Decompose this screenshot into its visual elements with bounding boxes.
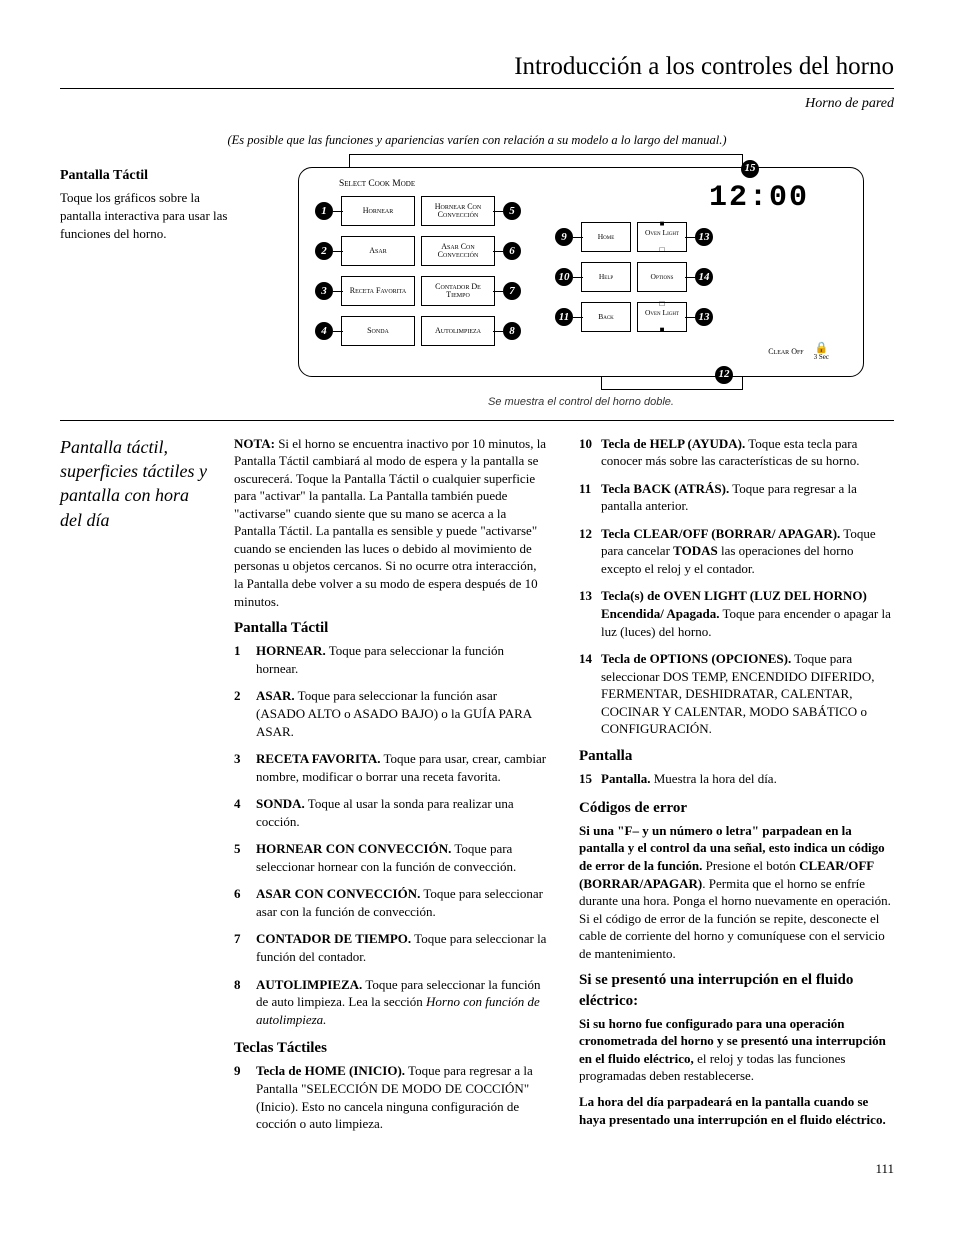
key-clear-off: Clear Off	[768, 348, 803, 357]
callout-2: 2	[315, 242, 333, 260]
callout-14: 14	[695, 268, 713, 286]
tt-item: 13Tecla(s) de OVEN LIGHT (LUZ DEL HORNO)…	[579, 587, 894, 640]
control-panel-diagram: 15 Select Cook Mode 1 Hornear Hornear Co…	[268, 167, 894, 410]
power-body-1: Si su horno fue configurado para una ope…	[579, 1015, 894, 1085]
key-back: Back	[581, 302, 631, 332]
disclaimer: (Es posible que las funciones y aparienc…	[60, 132, 894, 149]
lock-icon-group: 🔒 3 Sec	[814, 342, 829, 362]
callout-12: 12	[715, 366, 733, 384]
callout-10: 10	[555, 268, 573, 286]
pt-item: 7CONTADOR DE TIEMPO. Toque para seleccio…	[234, 930, 549, 965]
pantalla-item: 15Pantalla. Muestra la hora del día.	[579, 770, 894, 788]
intro-body: Toque los gráficos sobre la pantalla int…	[60, 189, 240, 242]
tt-item: 12Tecla CLEAR/OFF (BORRAR/ APAGAR). Toqu…	[579, 525, 894, 578]
pt-item: 4SONDA. Toque al usar la sonda para real…	[234, 795, 549, 830]
mode-asar: Asar	[341, 236, 415, 266]
callout-5: 5	[503, 202, 521, 220]
mode-hornear: Hornear	[341, 196, 415, 226]
select-cook-mode-label: Select Cook Mode	[339, 178, 523, 191]
callout-4: 4	[315, 322, 333, 340]
pt-item: 1HORNEAR. Toque para seleccionar la func…	[234, 642, 549, 677]
key-oven-light-upper: ■ Oven Light□	[637, 222, 687, 252]
tt-item: 11Tecla BACK (ATRÁS). Toque para regresa…	[579, 480, 894, 515]
page-number: 111	[60, 1160, 894, 1178]
callout-11: 11	[555, 308, 573, 326]
intro-heading: Pantalla Táctil	[60, 167, 240, 186]
error-heading: Códigos de error	[579, 798, 894, 818]
mode-receta: Receta Favorita	[341, 276, 415, 306]
callout-8: 8	[503, 322, 521, 340]
lock-sec-label: 3 Sec	[814, 353, 829, 361]
pt-item: 2ASAR. Toque para seleccionar la función…	[234, 687, 549, 740]
subtitle: Horno de pared	[60, 95, 894, 114]
tt-item: 10Tecla de HELP (AYUDA). Toque esta tecl…	[579, 435, 894, 470]
mode-hornear-conv: Hornear Con Convección	[421, 196, 495, 226]
clock-display: 12:00	[553, 178, 849, 219]
mode-sonda: Sonda	[341, 316, 415, 346]
divider	[60, 420, 894, 421]
power-heading: Si se presentó una interrupción en el fl…	[579, 970, 894, 1011]
diagram-caption: Se muestra el control del horno doble.	[268, 395, 894, 410]
mode-autolimpieza: Autolimpieza	[421, 316, 495, 346]
callout-6: 6	[503, 242, 521, 260]
pt-list: 1HORNEAR. Toque para seleccionar la func…	[234, 642, 549, 1028]
side-heading: Pantalla táctil, superficies táctiles y …	[60, 435, 210, 1141]
key-home: Home	[581, 222, 631, 252]
power-body-2: La hora del día parpadeará en la pantall…	[579, 1093, 894, 1128]
pt-item: 3RECETA FAVORITA. Toque para usar, crear…	[234, 750, 549, 785]
page-title: Introducción a los controles del horno	[60, 50, 894, 89]
mode-asar-conv: Asar Con Convección	[421, 236, 495, 266]
callout-13a: 13	[695, 228, 713, 246]
callout-15: 15	[741, 160, 759, 178]
callout-7: 7	[503, 282, 521, 300]
key-help: Help	[581, 262, 631, 292]
pantalla-heading: Pantalla	[579, 746, 894, 766]
key-options: Options	[637, 262, 687, 292]
tt-item: 14Tecla de OPTIONS (OPCIONES). Toque par…	[579, 650, 894, 738]
key-oven-light-lower: □ Oven Light■	[637, 302, 687, 332]
mode-contador: Contador De Tiempo	[421, 276, 495, 306]
pt-heading: Pantalla Táctil	[234, 618, 549, 638]
pt-item: 8AUTOLIMPIEZA. Toque para seleccionar la…	[234, 976, 549, 1029]
pt-item: 5HORNEAR CON CONVECCIÓN. Toque para sele…	[234, 840, 549, 875]
callout-13b: 13	[695, 308, 713, 326]
nota-paragraph: NOTA: Si el horno se encuentra inactivo …	[234, 435, 549, 610]
callout-1: 1	[315, 202, 333, 220]
pantalla-list: 15Pantalla. Muestra la hora del día.	[579, 770, 894, 788]
callout-9: 9	[555, 228, 573, 246]
error-body: Si una "F– y un número o letra" parpadea…	[579, 822, 894, 962]
tt-item: 9Tecla de HOME (INICIO). Toque para regr…	[234, 1062, 549, 1132]
callout-3: 3	[315, 282, 333, 300]
tt-heading: Teclas Táctiles	[234, 1038, 549, 1058]
pt-item: 6ASAR CON CONVECCIÓN. Toque para selecci…	[234, 885, 549, 920]
